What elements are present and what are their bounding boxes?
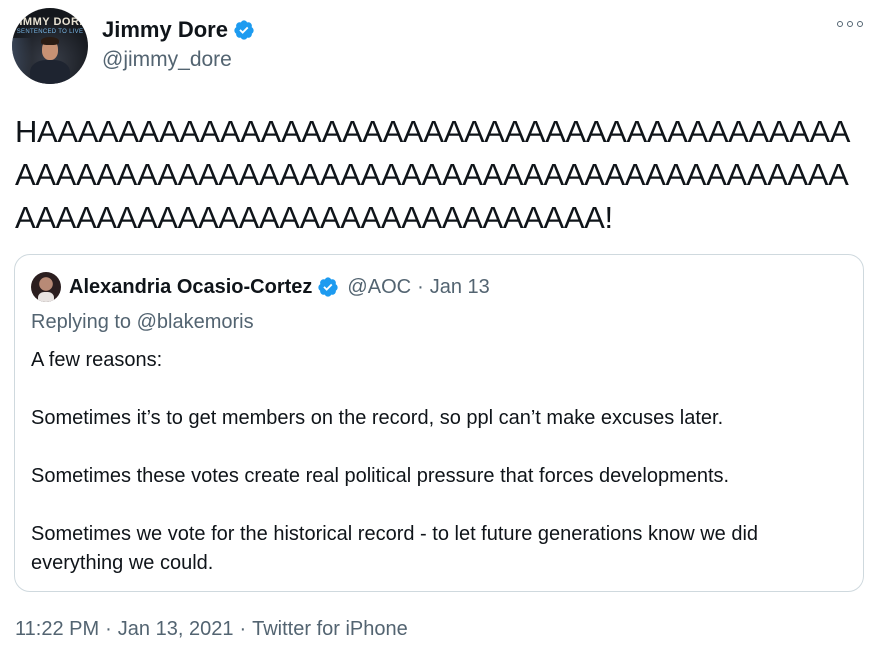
avatar-spotlight (12, 38, 32, 84)
quoted-paragraph: Sometimes these votes create real politi… (31, 465, 730, 487)
tweet: JIMMY DORE SENTENCED TO LIVE Jimmy Dore … (0, 0, 875, 645)
quoted-tweet-header: Alexandria Ocasio-Cortez @AOC · Jan 13 (31, 272, 490, 302)
more-dot (857, 21, 863, 27)
tweet-author: JIMMY DORE SENTENCED TO LIVE Jimmy Dore … (12, 8, 255, 84)
more-options-icon[interactable] (837, 16, 863, 32)
quoted-author-name[interactable]: Alexandria Ocasio-Cortez (69, 276, 312, 299)
tweet-date[interactable]: Jan 13, 2021 (118, 618, 234, 640)
quoted-author-handle[interactable]: @AOC (347, 276, 411, 299)
quoted-paragraph: A few reasons: (31, 349, 163, 371)
replying-to: Replying to @blakemoris (31, 311, 254, 333)
author-handle[interactable]: @jimmy_dore (102, 48, 255, 72)
footer-separator: · (239, 618, 247, 640)
tweet-metadata: 11:22 PM · Jan 13, 2021 · Twitter for iPhone (15, 618, 408, 641)
verified-badge-icon (234, 20, 254, 40)
quoted-date[interactable]: Jan 13 (430, 276, 490, 299)
tweet-time[interactable]: 11:22 PM (15, 618, 99, 640)
quoted-tweet-body: A few reasons: Sometimes it’s to get mem… (31, 346, 841, 578)
quoted-tweet[interactable]: Alexandria Ocasio-Cortez @AOC · Jan 13 R… (14, 254, 864, 592)
more-dot (837, 21, 843, 27)
quoted-paragraph: Sometimes it’s to get members on the rec… (31, 407, 724, 429)
footer-separator: · (105, 618, 112, 640)
more-dot (847, 21, 853, 27)
avatar-banner-subtext: SENTENCED TO LIVE (16, 29, 84, 35)
quoted-author-avatar[interactable] (31, 272, 61, 302)
author-names: Jimmy Dore @jimmy_dore (102, 17, 255, 72)
tweet-source[interactable]: Twitter for iPhone (252, 618, 408, 640)
author-display-name-text: Jimmy Dore (102, 17, 228, 42)
verified-badge-icon (318, 277, 339, 297)
quoted-separator: · (417, 275, 424, 298)
author-display-name[interactable]: Jimmy Dore (102, 17, 255, 43)
quoted-paragraph: Sometimes we vote for the historical rec… (31, 523, 759, 574)
avatar-banner-text: JIMMY DORE (12, 16, 88, 28)
author-avatar[interactable]: JIMMY DORE SENTENCED TO LIVE (12, 8, 88, 84)
tweet-text: HAAAAAAAAAAAAAAAAAAAAAAAAAAAAAAAAAAAAAAA… (15, 114, 851, 235)
avatar-figure-body (30, 60, 70, 84)
avatar-figure-hair (41, 37, 59, 45)
